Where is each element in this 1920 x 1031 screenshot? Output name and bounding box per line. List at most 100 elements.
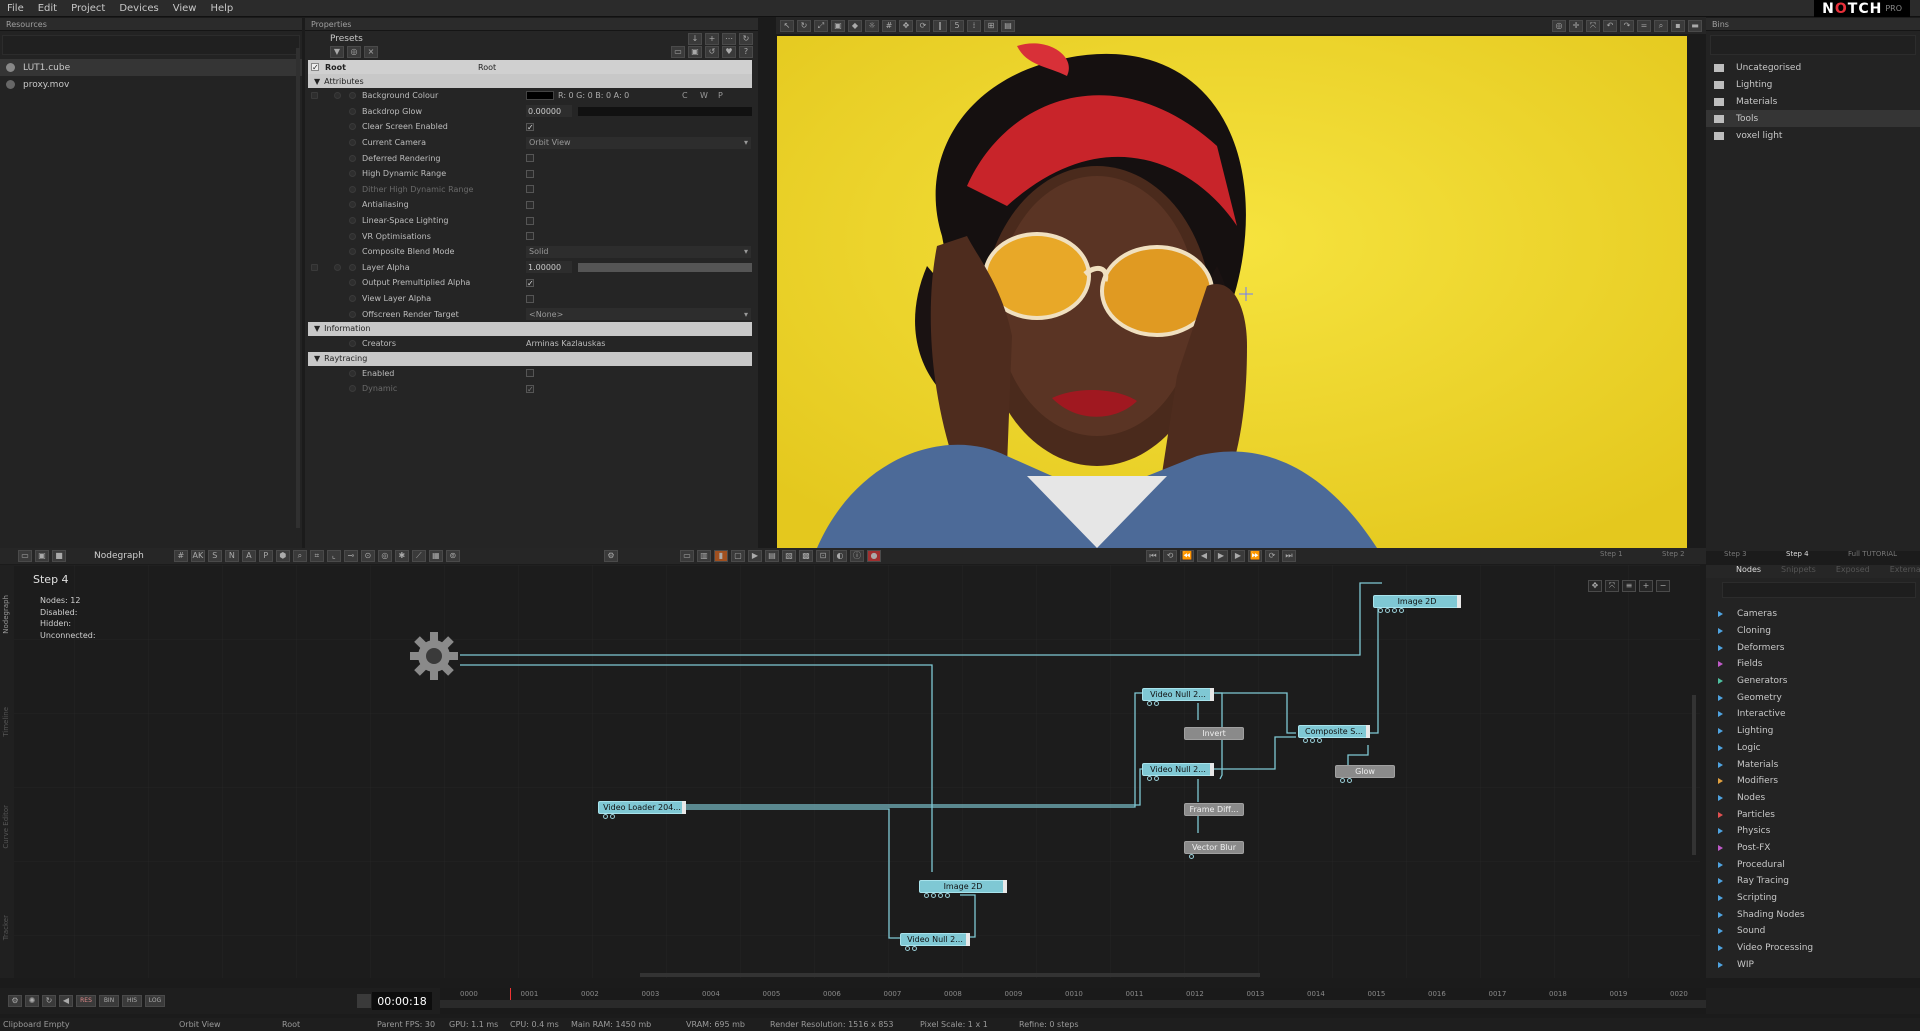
link-dot[interactable] [311,92,318,100]
side-tab-curve-editor[interactable]: Curve Editor [2,805,10,849]
attribute-checkbox[interactable] [526,169,534,178]
render-viewport[interactable] [777,36,1687,548]
orbit-icon[interactable]: ◎ [1552,19,1566,32]
expose-dot[interactable] [334,263,341,271]
fast-forward-icon[interactable]: ⏩ [1248,550,1262,562]
tab-exposed[interactable]: Exposed [1836,565,1870,578]
keyframe-dot[interactable] [349,92,356,100]
attributes-section[interactable]: ▼ Attributes [308,74,752,88]
rewind-icon[interactable]: ⏪ [1180,550,1194,562]
skip-start-icon[interactable]: ⏮ [1146,550,1160,562]
monitor-icon[interactable]: ▢ [731,550,745,562]
step-tab[interactable]: Step 1 [1600,550,1662,562]
skip-end-icon[interactable]: ⏭ [1282,550,1296,562]
node-category-ray-tracing[interactable]: Ray Tracing [1706,873,1920,890]
attribute-checkbox[interactable] [526,185,534,194]
menu-devices[interactable]: Devices [112,3,165,14]
play-view-icon[interactable]: ▶ [748,550,762,562]
zoom-out-icon[interactable]: − [1656,580,1670,592]
color-mode-button[interactable]: C [682,91,696,100]
clear-icon[interactable]: × [364,46,378,58]
bug-icon[interactable]: ✱ [394,550,409,562]
node-category-shading-nodes[interactable]: Shading Nodes [1706,906,1920,923]
node-category-generators[interactable]: Generators [1706,673,1920,690]
snap-ak[interactable]: AK [190,550,205,562]
node-image-2d-bottom[interactable]: Image 2D [919,880,1007,898]
res-button[interactable]: RES [76,995,96,1007]
side-tab-timeline[interactable]: Timeline [2,707,10,737]
black-icon[interactable]: ■ [52,550,66,562]
raytracing-enabled-checkbox[interactable] [526,369,534,378]
menu-edit[interactable]: Edit [31,3,64,14]
keyframe-dot[interactable] [349,310,356,318]
png-icon[interactable]: ▤ [765,550,779,562]
play-icon[interactable]: ▶ [1214,550,1228,562]
frame-tool-icon[interactable]: ▣ [831,19,845,32]
resources-search-input[interactable] [2,35,300,55]
node-category-post-fx[interactable]: Post-FX [1706,840,1920,857]
resource-item[interactable]: LUT1.cube [0,59,302,76]
node-category-procedural[interactable]: Procedural [1706,856,1920,873]
loop-icon[interactable]: ⟲ [1163,550,1177,562]
snap-s[interactable]: S [207,550,222,562]
layout-icon[interactable]: ▭ [18,550,32,562]
redo-icon[interactable]: ↷ [1620,19,1634,32]
settings-icon[interactable]: ⚙ [8,995,22,1007]
equal-icon[interactable]: = [1637,19,1651,32]
step-number[interactable]: 5 [950,19,964,32]
attribute-value-input[interactable]: 0.00000 [526,105,572,118]
attribute-dropdown[interactable]: Solid ▾ [526,245,751,258]
expose-dot[interactable] [334,92,341,100]
zoom-icon[interactable]: ⌕ [292,550,307,562]
tab-external[interactable]: External [1890,565,1920,578]
keyframe-dot[interactable] [349,185,356,193]
wand-icon[interactable]: ⟋ [411,550,426,562]
attribute-slider[interactable] [578,106,752,116]
refresh-icon[interactable]: ↻ [42,995,56,1007]
channels-icon[interactable]: ▥ [697,550,711,562]
loop-forward-icon[interactable]: ⟳ [1265,550,1279,562]
menu-view[interactable]: View [166,3,204,14]
menu-help[interactable]: Help [203,3,240,14]
keyframe-dot[interactable] [349,385,356,393]
step-tab[interactable]: Full TUTORIAL [1848,550,1918,562]
node-video-loader[interactable]: Video Loader 204... [598,801,686,819]
link-icon[interactable]: ⊸ [343,550,358,562]
timeline-track[interactable]: 0000 0001 0002 0003 0004 0005 0006 0007 0008 0009… [440,988,1706,1014]
keyframe-dot[interactable] [349,232,356,240]
align-icon[interactable]: ⌞ [326,550,341,562]
step-forward-icon[interactable]: ▶ [1231,550,1245,562]
node-category-wip[interactable]: WIP [1706,956,1920,973]
capture-icon[interactable]: ⊡ [816,550,830,562]
attribute-checkbox[interactable] [526,154,534,163]
tab-nodegraph[interactable]: Nodegraph [94,551,144,561]
select-tool-icon[interactable]: ↖ [780,19,794,32]
raytracing-section[interactable]: ▼ Raytracing [308,351,752,366]
info-icon[interactable]: ⓘ [850,550,864,562]
node-category-cameras[interactable]: Cameras [1706,606,1920,623]
nodes-search-input[interactable] [1722,582,1916,598]
node-glow[interactable]: Glow [1335,765,1395,783]
node-image-2d-top[interactable]: Image 2D [1373,595,1461,613]
log-button[interactable]: LOG [145,995,165,1007]
reset-icon[interactable]: ↺ [705,46,719,58]
keyframe-dot[interactable] [349,263,356,271]
color-mode-button[interactable]: W [700,91,714,100]
menu-project[interactable]: Project [64,3,112,14]
color-icon[interactable]: ▮ [714,550,728,562]
attribute-checkbox[interactable] [526,216,534,225]
attribute-dropdown[interactable]: <None> ▾ [526,308,751,321]
tab-snippets[interactable]: Snippets [1781,565,1816,578]
attribute-dropdown[interactable]: Orbit View ▾ [526,136,751,149]
node-category-scripting[interactable]: Scripting [1706,890,1920,907]
node-category-interactive[interactable]: Interactive [1706,706,1920,723]
resources-scrollbar[interactable] [296,48,300,528]
snap-a[interactable]: A [241,550,256,562]
filter-icon[interactable]: ▼ [330,46,344,58]
bin-item-tools[interactable]: Tools [1706,110,1920,127]
root-enable-checkbox[interactable]: ✓ [311,63,319,72]
node-category-logic[interactable]: Logic [1706,740,1920,757]
layout-tool-icon[interactable]: ▤ [1001,19,1015,32]
cog-multi-icon[interactable]: ✺ [25,995,39,1007]
pan-icon[interactable]: ✛ [1569,19,1583,32]
